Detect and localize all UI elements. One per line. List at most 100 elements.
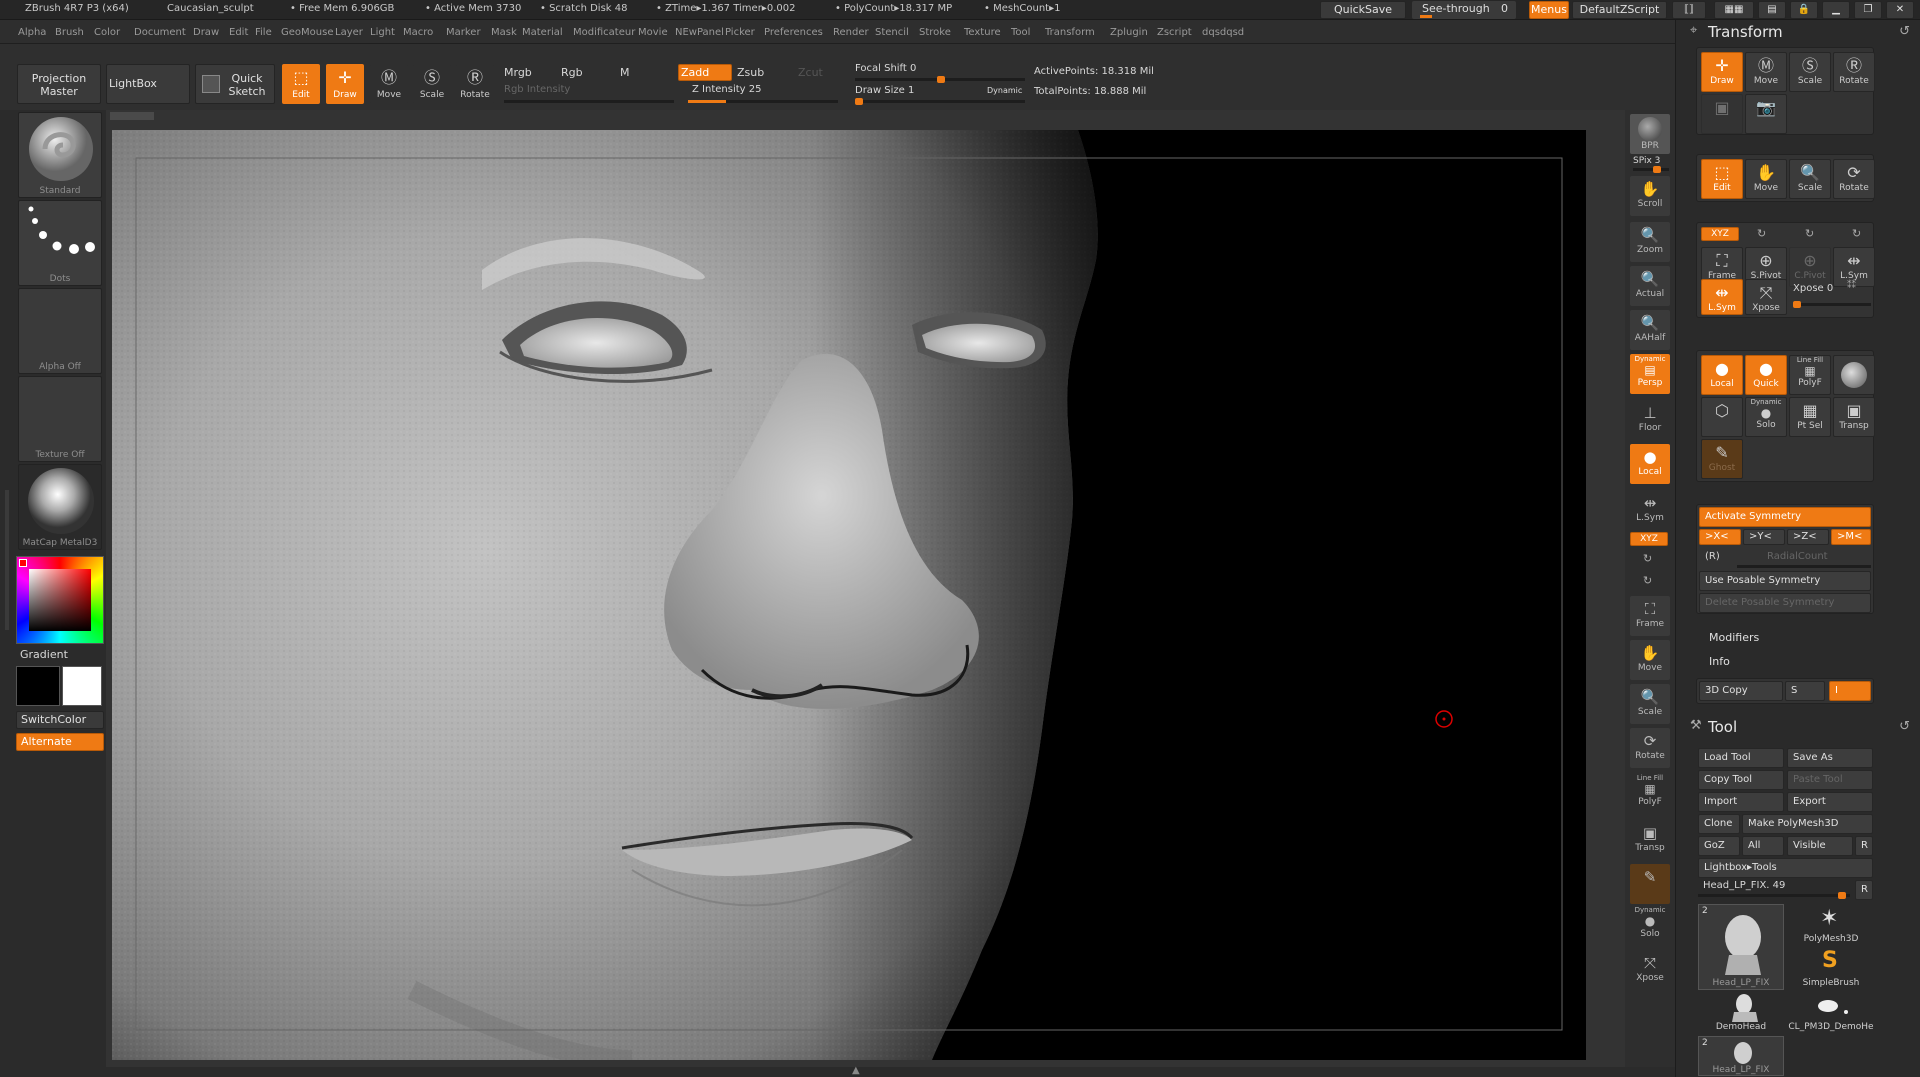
focal-shift-slider[interactable]: Focal Shift 0 (855, 63, 916, 74)
transform-move2-button[interactable]: ✋ Move (1745, 159, 1787, 199)
menu-document[interactable]: Document (134, 27, 186, 38)
menus-button[interactable]: Menus (1529, 1, 1569, 19)
spix-track[interactable] (1633, 166, 1669, 173)
transp-button[interactable]: ▣ Transp (1630, 820, 1670, 860)
cpivot-button[interactable]: ⊕ C.Pivot (1789, 247, 1831, 287)
lsym-button[interactable]: ⇹ L.Sym (1630, 490, 1670, 530)
xpose-track[interactable] (1793, 301, 1871, 308)
menu-modificateur[interactable]: Modificateur (573, 27, 635, 38)
persp-button[interactable]: Dynamic ▤ Persp (1630, 354, 1670, 394)
quick-button[interactable]: ● Quick (1745, 355, 1787, 395)
menu-stencil[interactable]: Stencil (875, 27, 909, 38)
snapshot-button[interactable]: 📷 (1745, 94, 1787, 134)
menu-zscript[interactable]: Zscript (1157, 27, 1192, 38)
sphere-display-button[interactable] (1833, 355, 1875, 395)
transform-reset-icon[interactable]: ↺ (1899, 24, 1910, 39)
use-posable-symmetry-button[interactable]: Use Posable Symmetry (1699, 571, 1871, 591)
symmetry-z-button[interactable]: >Z< (1787, 529, 1829, 545)
local-button[interactable]: ● Local (1630, 444, 1670, 484)
menu-picker[interactable]: Picker (725, 27, 755, 38)
menu-alpha[interactable]: Alpha (18, 27, 46, 38)
menu-material[interactable]: Material (522, 27, 563, 38)
draw-mode-button[interactable]: ✛ Draw (326, 64, 364, 104)
menu-newpanel[interactable]: NEwPanel (675, 27, 724, 38)
zsub-button[interactable]: Zsub (737, 66, 764, 79)
polyf-button[interactable]: Line Fill ▦ PolyF (1789, 355, 1831, 395)
tool-thumb-simplebrush[interactable]: S SimpleBrush (1788, 948, 1874, 990)
tool-title[interactable]: Tool (1708, 718, 1737, 736)
lsym2-button[interactable]: ⇹ L.Sym (1701, 279, 1743, 315)
export-button[interactable]: Export (1787, 792, 1873, 812)
delete-posable-symmetry-button[interactable]: Delete Posable Symmetry (1699, 593, 1871, 613)
scroll-button[interactable]: ✋ Scroll (1630, 176, 1670, 216)
menu-geomouse[interactable]: GeoMouse (281, 27, 333, 38)
copy-tool-button[interactable]: Copy Tool (1698, 770, 1784, 790)
tray-toggle-icon[interactable]: ⟦⟧ (1672, 1, 1706, 19)
canvas-scrollbar-horizontal[interactable] (110, 112, 154, 120)
quicksave-button[interactable]: QuickSave (1320, 1, 1406, 19)
copy3d-i-button[interactable]: I (1829, 681, 1871, 701)
ghost-button[interactable]: ✎ Ghost (1701, 439, 1743, 479)
menu-color[interactable]: Color (94, 27, 120, 38)
edit-snapshot-button[interactable]: ▣ (1701, 94, 1743, 134)
rotate-view-button[interactable]: ⟳ Rotate (1630, 728, 1670, 768)
minimize-icon[interactable]: ▁ (1822, 1, 1850, 19)
modifiers-section[interactable]: Modifiers (1709, 631, 1759, 644)
alpha-selector[interactable]: Alpha Off (18, 288, 102, 374)
lock-icon[interactable]: 🔒 (1790, 1, 1818, 19)
xyz-button[interactable]: XYZ (1630, 532, 1668, 546)
zoom-button[interactable]: 🔍 Zoom (1630, 222, 1670, 262)
activate-symmetry-button[interactable]: Activate Symmetry (1699, 507, 1871, 527)
menu-file[interactable]: File (255, 27, 272, 38)
transform-draw-button[interactable]: ✛ Draw (1701, 52, 1743, 92)
ptsel-button[interactable]: ▦ Pt Sel (1789, 397, 1831, 437)
canvas-bottom-handle[interactable]: ▲ (800, 1065, 920, 1077)
tool-reset-icon[interactable]: ↺ (1899, 719, 1910, 734)
zadd-button[interactable]: Zadd (678, 64, 732, 81)
tool-thumb-cl-pm3d[interactable]: CL_PM3D_DemoHe (1788, 992, 1874, 1034)
zscript-button[interactable]: DefaultZScript (1572, 1, 1667, 19)
bpr-button[interactable]: BPR (1630, 114, 1670, 154)
transform-move-button[interactable]: Ⓜ Move (1745, 52, 1787, 92)
box-display-button[interactable]: ⬡ (1701, 397, 1743, 437)
menu-light[interactable]: Light (370, 27, 395, 38)
secondary-color-swatch[interactable] (62, 666, 102, 706)
left-tray-scrollbar[interactable] (5, 490, 9, 630)
ghost-button[interactable]: ✎ (1630, 864, 1670, 904)
brush-selector[interactable]: Standard (18, 112, 102, 198)
menu-transform[interactable]: Transform (1045, 27, 1095, 38)
copy3d-button[interactable]: 3D Copy (1699, 681, 1783, 701)
z-intensity-slider[interactable]: Z Intensity 25 (692, 84, 761, 95)
draw-size-track[interactable] (855, 98, 1025, 105)
xpose-slider[interactable]: Xpose 0 (1793, 283, 1833, 294)
frame-button[interactable]: ⛶ Frame (1630, 596, 1670, 636)
transform-xyz-button[interactable]: XYZ (1701, 227, 1739, 241)
draw-size-slider[interactable]: Draw Size 1 (855, 85, 914, 96)
axis-y-icon[interactable]: ↻ (1757, 227, 1766, 240)
menu-draw[interactable]: Draw (193, 27, 219, 38)
rotate-z-icon[interactable]: ↻ (1643, 574, 1652, 587)
main-color-swatch[interactable] (16, 666, 60, 706)
radialcount-slider[interactable]: RadialCount (1767, 551, 1828, 562)
local-button[interactable]: ● Local (1701, 355, 1743, 395)
z-intensity-track[interactable] (688, 100, 838, 103)
menu-stroke[interactable]: Stroke (919, 27, 951, 38)
texture-selector[interactable]: Texture Off (18, 376, 102, 462)
symmetry-m-button[interactable]: >M< (1831, 529, 1871, 545)
alternate-button[interactable]: Alternate (16, 733, 104, 751)
tool-pin-icon[interactable]: ⚒ (1690, 718, 1702, 733)
move-mode-button[interactable]: Ⓜ Move (370, 64, 408, 104)
goz-button[interactable]: GoZ (1698, 836, 1740, 856)
import-button[interactable]: Import (1698, 792, 1784, 812)
rotate-mode-button[interactable]: Ⓡ Rotate (456, 64, 494, 104)
make-polymesh-button[interactable]: Make PolyMesh3D (1742, 814, 1873, 834)
menu-preferences[interactable]: Preferences (764, 27, 823, 38)
aahalf-button[interactable]: 🔍 AAHalf (1630, 310, 1670, 350)
palette-icon[interactable]: ▤ (1758, 1, 1786, 19)
gradient-label[interactable]: Gradient (20, 648, 68, 661)
polyf-button[interactable]: Line Fill ▦ PolyF (1630, 774, 1670, 814)
close-icon[interactable]: ✕ (1886, 1, 1914, 19)
edit-mode-button[interactable]: ⬚ Edit (282, 64, 320, 104)
solo-button[interactable]: Dynamic ● Solo (1745, 397, 1787, 437)
layout-icon[interactable]: ▦▦ (1714, 1, 1754, 19)
